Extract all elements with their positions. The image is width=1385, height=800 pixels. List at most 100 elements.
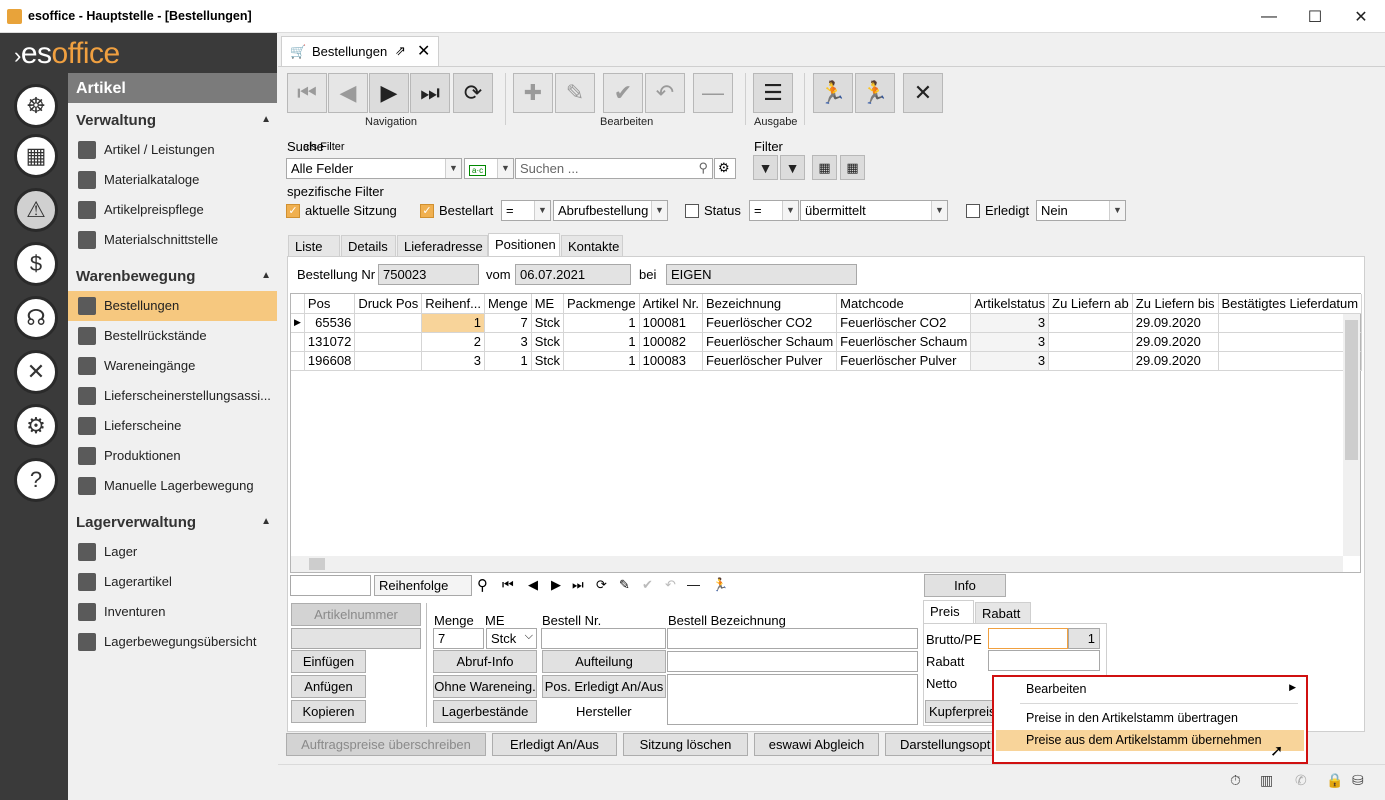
tab-positionen[interactable]: Positionen — [488, 233, 560, 256]
col-header[interactable]: Reihenf... — [421, 294, 485, 314]
next-record-button[interactable]: ▶ — [369, 73, 409, 113]
table-cell[interactable]: 1 — [562, 331, 640, 352]
info-button[interactable]: Info — [924, 574, 1006, 597]
prev-icon[interactable]: ◀ — [528, 577, 538, 593]
table-cell[interactable]: 2 — [421, 331, 485, 352]
add-button[interactable]: ✚ — [513, 73, 553, 113]
anfuegen-button[interactable]: Anfügen — [291, 675, 366, 698]
sidebar-item-materialkataloge[interactable]: Materialkataloge — [68, 165, 277, 195]
sidebar-item-manuelle-lagerbewegung[interactable]: Manuelle Lagerbewegung — [68, 471, 277, 501]
menu-item-bearbeiten[interactable]: Bearbeiten ▶ — [996, 679, 1304, 700]
menu-item-preise-uebertragen[interactable]: Preise in den Artikelstamm übertragen — [996, 708, 1304, 729]
stopwatch-icon[interactable]: ⏱ — [1230, 772, 1246, 788]
first-record-button[interactable]: ⏮ — [287, 73, 327, 113]
cancel-button[interactable]: ✕ — [903, 73, 943, 113]
table-row[interactable]: 131072 2 3 Stck 1 100082 Feuerlöscher Schaum Fe… — [291, 331, 1363, 352]
table-cell[interactable] — [1217, 350, 1363, 371]
siren-icon[interactable]: ⚠ — [14, 188, 58, 232]
table-cell[interactable]: 1 — [421, 312, 485, 333]
kopieren-button[interactable]: Kopieren — [291, 700, 366, 723]
table-cell[interactable]: 3 — [421, 350, 485, 371]
menge-input[interactable]: 7 — [433, 628, 484, 649]
table-cell[interactable] — [1048, 331, 1133, 352]
table-cell[interactable]: Feuerlöscher Schaum — [701, 331, 838, 352]
table-cell[interactable] — [1048, 350, 1133, 371]
group-verwaltung[interactable]: Verwaltung ▲ — [68, 108, 277, 134]
last-icon[interactable]: ⏭ — [572, 577, 584, 593]
tab-lieferadresse[interactable]: Lieferadresse — [397, 235, 488, 256]
table-cell[interactable] — [1048, 312, 1133, 333]
tab-preis[interactable]: Preis — [923, 600, 974, 623]
filter-icon[interactable]: ▼ — [753, 155, 778, 180]
tab-rabatt[interactable]: Rabatt — [975, 602, 1031, 623]
table-cell[interactable] — [354, 331, 423, 352]
bestellnr-input[interactable] — [541, 628, 666, 649]
sidebar-item-produktionen[interactable]: Produktionen — [68, 441, 277, 471]
search-mode-select[interactable]: a·c ▼ — [464, 158, 514, 179]
maximize-button[interactable]: ☐ — [1292, 0, 1338, 33]
close-button[interactable]: ✕ — [1338, 0, 1384, 33]
popout-icon[interactable]: ⇗ — [395, 43, 406, 59]
collapse-icon[interactable]: ▲ — [261, 516, 271, 527]
lock-icon[interactable]: 🔒 — [1326, 772, 1343, 788]
bestellart-operator-select[interactable]: = ▼ — [501, 200, 551, 221]
scrollbar-thumb[interactable] — [309, 558, 325, 570]
bestellbez-input[interactable] — [667, 628, 918, 649]
headset-icon[interactable]: ☊ — [14, 296, 58, 340]
col-header[interactable]: Zu Liefern bis — [1131, 294, 1219, 314]
table-cell[interactable]: 100081 — [638, 312, 703, 333]
table-row[interactable]: 196608 3 1 Stck 1 100083 Feuerlöscher Pulver Fe… — [291, 350, 1363, 371]
sidebar-item-lagerbewegungsuebersicht[interactable]: Lagerbewegungsübersicht — [68, 627, 277, 657]
tools-icon[interactable]: ✕ — [14, 350, 58, 394]
sidebar-item-wareneingaenge[interactable]: Wareneingänge — [68, 351, 277, 381]
einfuegen-button[interactable]: Einfügen — [291, 650, 366, 673]
bestellbez-input-2[interactable] — [667, 651, 918, 672]
col-header[interactable]: Menge — [483, 294, 532, 314]
table-cell[interactable]: 29.09.2020 — [1131, 312, 1219, 333]
database-icon[interactable]: ⛁ — [1352, 772, 1368, 788]
edit-button[interactable]: ✎ — [555, 73, 595, 113]
col-header[interactable]: Artikelstatus — [970, 294, 1050, 314]
money-icon[interactable]: $ — [14, 242, 58, 286]
search-input[interactable]: Suchen ... ⚲ — [515, 158, 713, 179]
status-value-select[interactable]: übermittelt ▼ — [800, 200, 948, 221]
horizontal-scrollbar[interactable] — [291, 556, 1343, 572]
grid-filter-plus-icon[interactable]: ▦ — [840, 155, 865, 180]
refresh-button[interactable]: ⟳ — [453, 73, 493, 113]
sidebar-item-bestellrueckstaende[interactable]: Bestellrückstände — [68, 321, 277, 351]
col-header[interactable]: Bezeichnung — [701, 294, 838, 314]
bestellart-checkbox[interactable]: ✓ — [420, 204, 434, 218]
first-icon[interactable]: ⏮ — [502, 577, 514, 593]
tab-bestellungen[interactable]: 🛒 Bestellungen ⇗ ✕ — [281, 36, 439, 66]
kupferpreis-button[interactable]: Kupferpreis — [925, 700, 995, 723]
next-icon[interactable]: ▶ — [551, 577, 561, 593]
artikelnummer-button[interactable]: Artikelnummer — [291, 603, 421, 626]
search-settings-button[interactable]: ⚙ — [714, 158, 736, 179]
eswawi-abgleich-button[interactable]: eswawi Abgleich — [754, 733, 879, 756]
run-icon[interactable]: 🏃 — [712, 577, 728, 593]
calculator-icon[interactable]: ▦ — [14, 134, 58, 178]
status-checkbox[interactable] — [685, 204, 699, 218]
collapse-icon[interactable]: ▲ — [261, 270, 271, 281]
sidebar-item-bestellungen[interactable]: Bestellungen — [68, 291, 277, 321]
gears-icon[interactable]: ⚙ — [14, 404, 58, 448]
pos-erledigt-button[interactable]: Pos. Erledigt An/Aus — [542, 675, 666, 698]
table-cell[interactable]: 3 — [483, 331, 532, 352]
abruf-info-button[interactable]: Abruf-Info — [433, 650, 537, 673]
building-icon[interactable]: ▥ — [1260, 772, 1276, 788]
table-cell[interactable]: 100082 — [638, 331, 703, 352]
grid-search-input[interactable] — [290, 575, 371, 596]
tab-details[interactable]: Details — [341, 235, 396, 256]
filter-edit-icon[interactable]: ▼ — [780, 155, 805, 180]
sidebar-item-lagerartikel[interactable]: Lagerartikel — [68, 567, 277, 597]
aufteilung-button[interactable]: Aufteilung — [542, 650, 666, 673]
tab-kontakte[interactable]: Kontakte — [561, 235, 623, 256]
table-cell[interactable] — [354, 350, 423, 371]
erledigt-toggle-button[interactable]: Erledigt An/Aus — [492, 733, 617, 756]
scrollbar-thumb[interactable] — [1345, 320, 1358, 460]
table-cell[interactable]: 3 — [970, 350, 1050, 371]
sidebar-item-lager[interactable]: Lager — [68, 537, 277, 567]
erledigt-value-select[interactable]: Nein ▼ — [1036, 200, 1126, 221]
table-cell[interactable]: 3 — [970, 312, 1050, 333]
status-operator-select[interactable]: = ▼ — [749, 200, 799, 221]
